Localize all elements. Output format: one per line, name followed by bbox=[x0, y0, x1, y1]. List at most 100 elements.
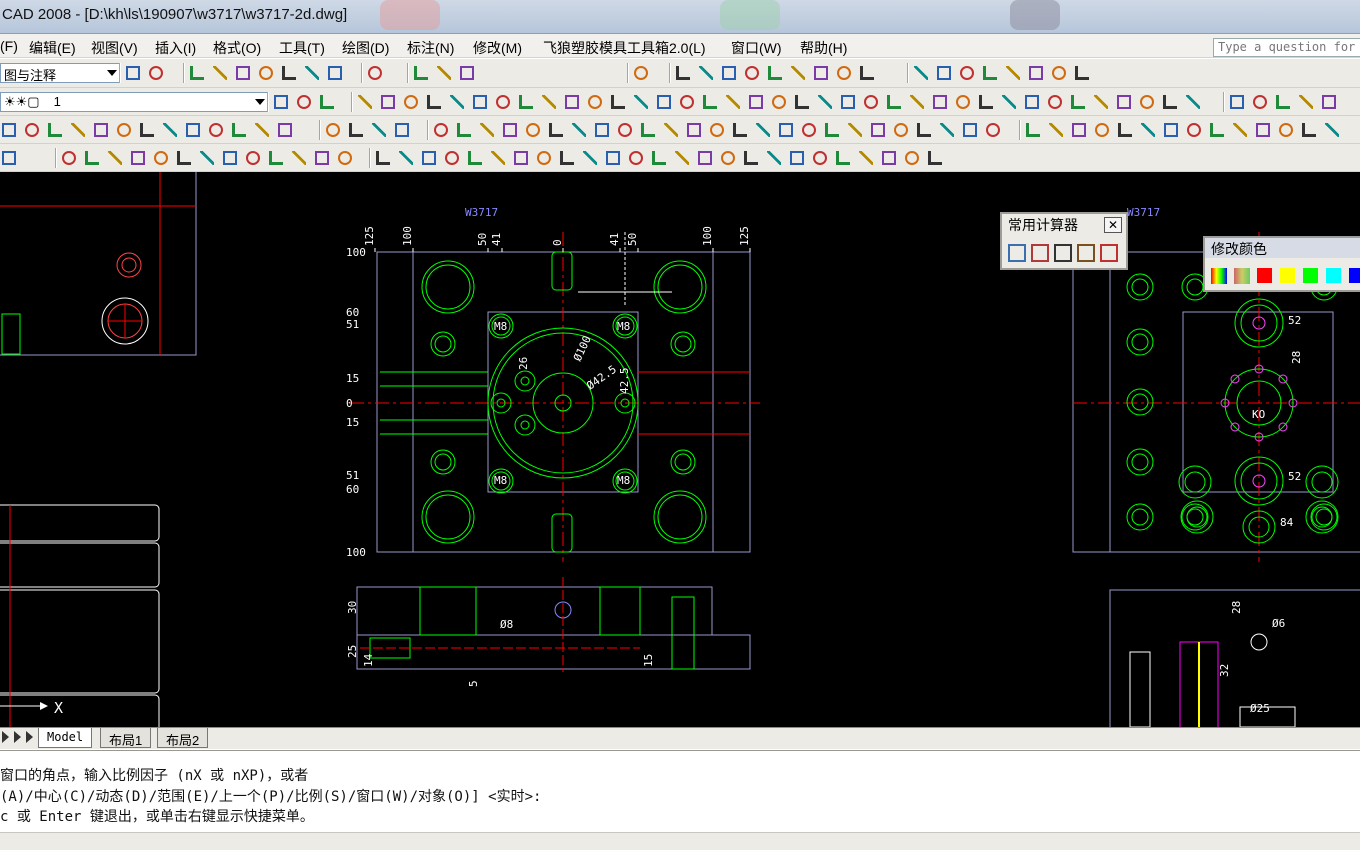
toolbar-tool-icon[interactable] bbox=[1092, 93, 1110, 111]
toolbar-tool-icon[interactable] bbox=[1070, 121, 1088, 139]
color-swatch[interactable] bbox=[1349, 268, 1360, 283]
toolbar-tool-icon[interactable] bbox=[207, 121, 225, 139]
toolbar-tool-icon[interactable] bbox=[1047, 121, 1065, 139]
tab-layout2[interactable]: 布局2 bbox=[157, 728, 209, 748]
toolbar-tool-icon[interactable] bbox=[1093, 121, 1111, 139]
toolbar-tool-icon[interactable] bbox=[402, 93, 420, 111]
toolbar-tool-icon[interactable] bbox=[984, 121, 1002, 139]
toolbar-tool-icon[interactable] bbox=[685, 121, 703, 139]
toolbar-tool-icon[interactable] bbox=[83, 149, 101, 167]
toolbar-tool-icon[interactable] bbox=[770, 93, 788, 111]
tab-model[interactable]: Model bbox=[38, 728, 93, 748]
toolbar-tool-icon[interactable] bbox=[198, 149, 216, 167]
toolbar-tool-icon[interactable] bbox=[766, 64, 784, 82]
toolbar-tool-icon[interactable] bbox=[1185, 121, 1203, 139]
toolbar-tool-icon[interactable] bbox=[244, 149, 262, 167]
calculator-tool-icon[interactable] bbox=[1031, 244, 1049, 262]
toolbar-tool-icon[interactable] bbox=[318, 93, 336, 111]
toolbar-tool-icon[interactable] bbox=[1069, 93, 1087, 111]
toolbar-tool-icon[interactable] bbox=[257, 64, 275, 82]
toolbar-tool-icon[interactable] bbox=[524, 121, 542, 139]
toolbar-tool-icon[interactable] bbox=[535, 149, 553, 167]
toolbar-tool-icon[interactable] bbox=[720, 64, 738, 82]
toolbar-tool-icon[interactable] bbox=[834, 149, 852, 167]
toolbar-tool-icon[interactable] bbox=[92, 121, 110, 139]
color-swatch[interactable] bbox=[1257, 268, 1272, 283]
workspace-dropdown[interactable]: 图与注释 bbox=[0, 63, 120, 83]
toolbar-tool-icon[interactable] bbox=[425, 93, 443, 111]
toolbar-tool-icon[interactable] bbox=[272, 93, 290, 111]
toolbar-tool-icon[interactable] bbox=[471, 93, 489, 111]
toolbar-tool-icon[interactable] bbox=[455, 121, 473, 139]
toolbar-tool-icon[interactable] bbox=[106, 149, 124, 167]
menu-mold-toolbox[interactable]: 飞狼塑胶模具工具箱2.0(L) bbox=[543, 38, 706, 58]
toolbar-tool-icon[interactable] bbox=[1004, 64, 1022, 82]
toolbar-tool-icon[interactable] bbox=[175, 149, 193, 167]
toolbar-tool-icon[interactable] bbox=[586, 93, 604, 111]
toolbar-tool-icon[interactable] bbox=[129, 149, 147, 167]
toolbar-tool-icon[interactable] bbox=[639, 121, 657, 139]
tab-nav-next-icon[interactable] bbox=[14, 731, 21, 743]
toolbar-tool-icon[interactable] bbox=[1000, 93, 1018, 111]
toolbar-tool-icon[interactable] bbox=[366, 64, 384, 82]
toolbar-tool-icon[interactable] bbox=[466, 149, 484, 167]
toolbar-tool-icon[interactable] bbox=[324, 121, 342, 139]
toolbar-tool-icon[interactable] bbox=[458, 64, 476, 82]
toolbar-tool-icon[interactable] bbox=[793, 93, 811, 111]
toolbar-tool-icon[interactable] bbox=[234, 64, 252, 82]
toolbar-tool-icon[interactable] bbox=[742, 149, 760, 167]
toolbar-tool-icon[interactable] bbox=[719, 149, 737, 167]
toolbar-tool-icon[interactable] bbox=[880, 149, 898, 167]
toolbar-tool-icon[interactable] bbox=[489, 149, 507, 167]
toolbar-tool-icon[interactable] bbox=[512, 149, 530, 167]
toolbar-tool-icon[interactable] bbox=[336, 149, 354, 167]
toolbar-tool-icon[interactable] bbox=[267, 149, 285, 167]
toolbar-tool-icon[interactable] bbox=[981, 64, 999, 82]
menu-window[interactable]: 窗口(W) bbox=[731, 38, 782, 58]
color-picker-icon[interactable] bbox=[1211, 268, 1227, 284]
toolbar-tool-icon[interactable] bbox=[501, 121, 519, 139]
toolbar-tool-icon[interactable] bbox=[374, 149, 392, 167]
toolbar-tool-icon[interactable] bbox=[115, 121, 133, 139]
toolbar-tool-icon[interactable] bbox=[280, 64, 298, 82]
toolbar-tool-icon[interactable] bbox=[839, 93, 857, 111]
toolbar-tool-icon[interactable] bbox=[731, 121, 749, 139]
calculator-tool-icon[interactable] bbox=[1054, 244, 1072, 262]
toolbar-tool-icon[interactable] bbox=[926, 149, 944, 167]
menu-edit[interactable]: 编辑(E) bbox=[29, 38, 76, 58]
toolbar-tool-icon[interactable] bbox=[938, 121, 956, 139]
toolbar-tool-icon[interactable] bbox=[724, 93, 742, 111]
toolbar-tool-icon[interactable] bbox=[1073, 64, 1091, 82]
toolbar-tool-icon[interactable] bbox=[1320, 93, 1338, 111]
toolbar-tool-icon[interactable] bbox=[0, 121, 18, 139]
menu-view[interactable]: 视图(V) bbox=[91, 38, 138, 58]
toolbar-tool-icon[interactable] bbox=[397, 149, 415, 167]
calculator-palette[interactable]: 常用计算器 ✕ bbox=[1000, 212, 1128, 270]
toolbar-tool-icon[interactable] bbox=[1297, 93, 1315, 111]
toolbar-tool-icon[interactable] bbox=[788, 149, 806, 167]
toolbar-tool-icon[interactable] bbox=[789, 64, 807, 82]
color-swatch[interactable] bbox=[1280, 268, 1295, 283]
toolbar-tool-icon[interactable] bbox=[915, 121, 933, 139]
toolbar-tool-icon[interactable] bbox=[1162, 121, 1180, 139]
toolbar-tool-icon[interactable] bbox=[862, 93, 880, 111]
toolbar-tool-icon[interactable] bbox=[912, 64, 930, 82]
toolbar-tool-icon[interactable] bbox=[1024, 121, 1042, 139]
toolbar-tool-icon[interactable] bbox=[443, 149, 461, 167]
toolbar-tool-icon[interactable] bbox=[517, 93, 535, 111]
toolbar-tool-icon[interactable] bbox=[800, 121, 818, 139]
ask-question-input[interactable]: Type a question for help bbox=[1213, 38, 1360, 57]
toolbar-tool-icon[interactable] bbox=[393, 121, 411, 139]
toolbar-tool-icon[interactable] bbox=[356, 93, 374, 111]
command-window[interactable]: 窗口的角点，输入比例因子 (nX 或 nXP)，或者 (A)/中心(C)/动态(… bbox=[0, 750, 1360, 850]
toolbar-tool-icon[interactable] bbox=[632, 64, 650, 82]
modify-color-palette[interactable]: 修改颜色 bbox=[1203, 236, 1360, 292]
toolbar-tool-icon[interactable] bbox=[743, 64, 761, 82]
toolbar-tool-icon[interactable] bbox=[230, 121, 248, 139]
toolbar-tool-icon[interactable] bbox=[581, 149, 599, 167]
toolbar-tool-icon[interactable] bbox=[138, 121, 156, 139]
toolbar-tool-icon[interactable] bbox=[147, 64, 165, 82]
toolbar-tool-icon[interactable] bbox=[823, 121, 841, 139]
menu-insert[interactable]: 插入(I) bbox=[155, 38, 196, 58]
toolbar-tool-icon[interactable] bbox=[313, 149, 331, 167]
